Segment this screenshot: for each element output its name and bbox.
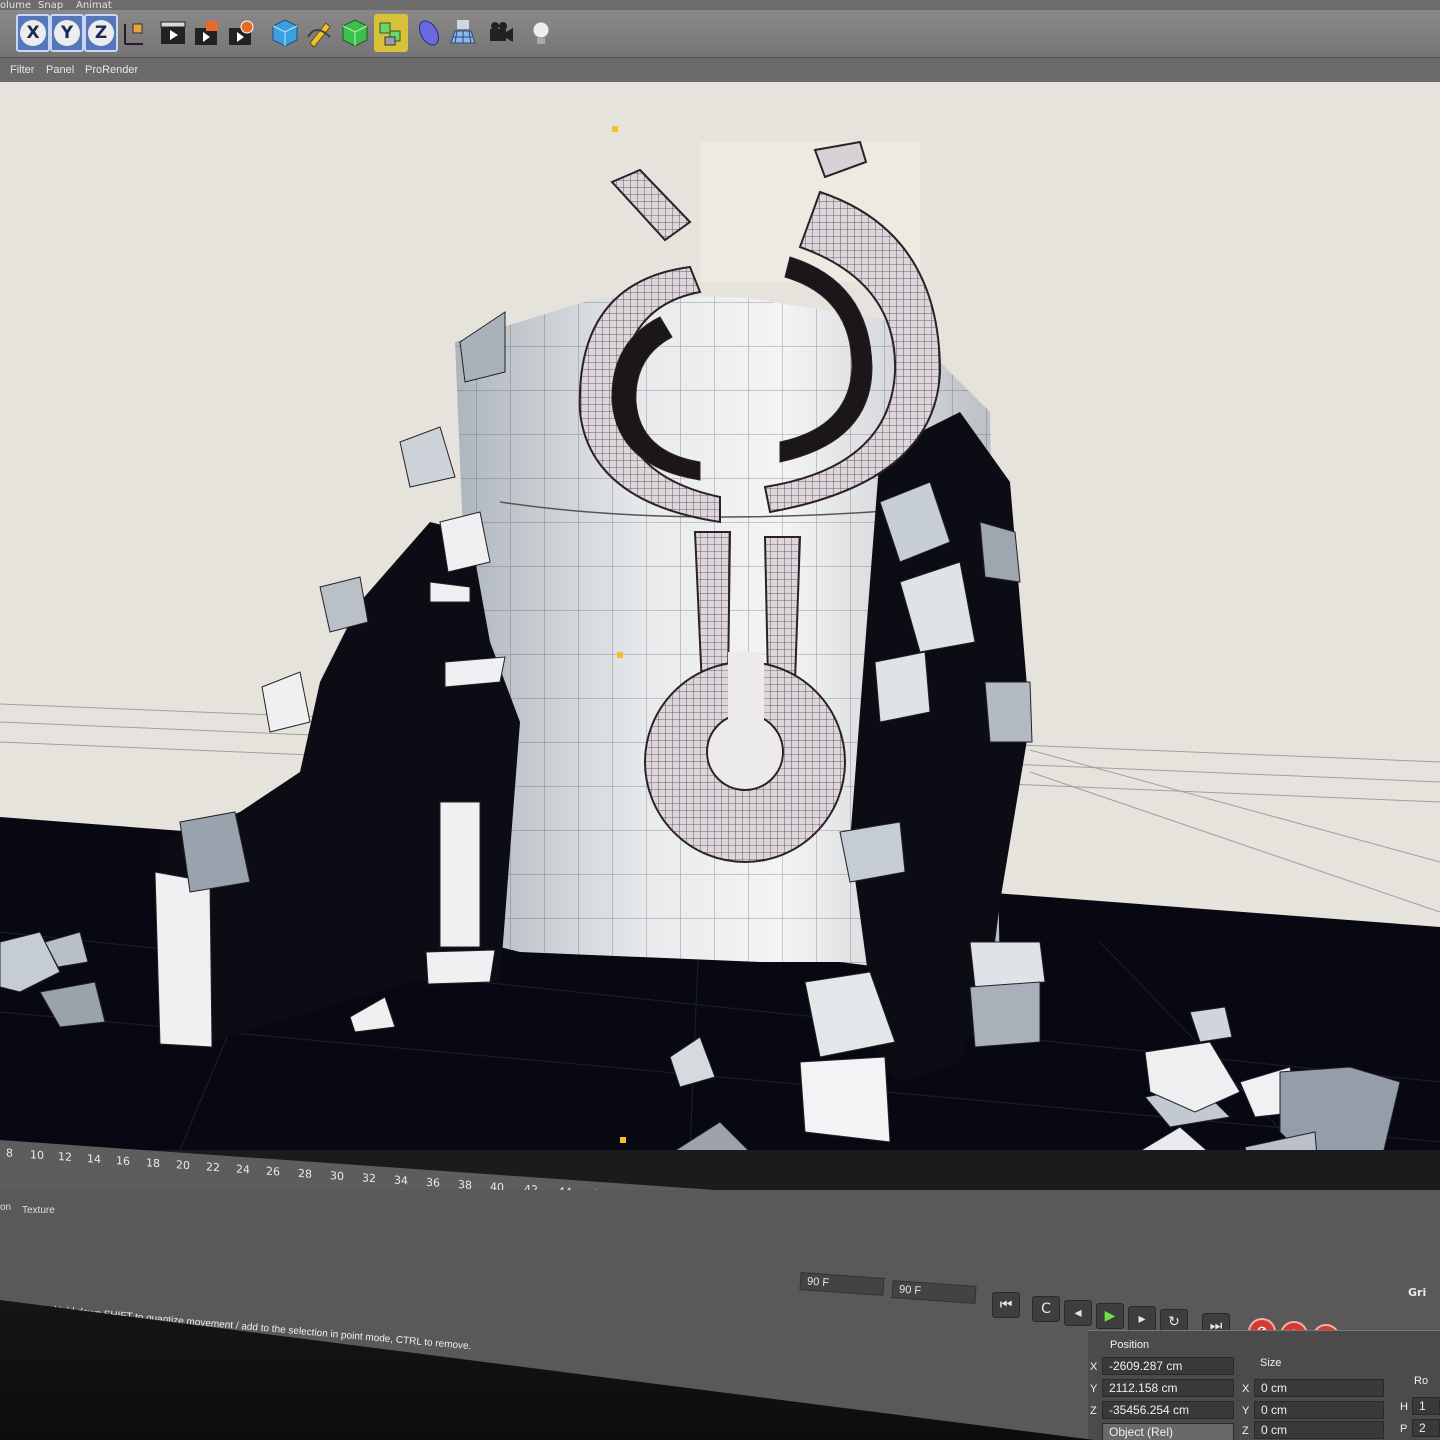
cube-primitive-button[interactable]: [268, 14, 302, 52]
tick-label: 34: [394, 1173, 408, 1188]
tab-texture[interactable]: Texture: [22, 1205, 55, 1216]
menu-prorender[interactable]: ProRender: [85, 64, 138, 76]
subdivision-icon: [342, 19, 368, 47]
pen-spline-button[interactable]: [302, 14, 336, 52]
main-toolbar: X Y Z: [0, 10, 1440, 58]
subdivision-button[interactable]: [338, 14, 372, 52]
pos-x-label: X: [1090, 1361, 1098, 1373]
render-view-icon: [160, 21, 186, 44]
render-active-icon: [195, 21, 218, 45]
tick-label: 12: [58, 1150, 72, 1165]
position-x-field[interactable]: -2609.287 cm: [1102, 1357, 1234, 1375]
render-active-button[interactable]: [190, 14, 224, 52]
z-axis-label: Z: [88, 20, 114, 46]
size-x-label: X: [1242, 1383, 1250, 1395]
menu-panel[interactable]: Panel: [46, 64, 74, 76]
pen-spline-icon: [307, 22, 331, 48]
deformer-button[interactable]: [412, 14, 446, 52]
tick-label: 26: [266, 1164, 280, 1179]
rot-p-label: P: [1400, 1423, 1408, 1435]
coordinate-system-button[interactable]: [116, 14, 150, 52]
tick-label: 36: [426, 1175, 440, 1190]
lock-z-axis-button[interactable]: Z: [84, 14, 118, 52]
lock-y-axis-button[interactable]: Y: [50, 14, 84, 52]
previous-key-button[interactable]: C: [1032, 1296, 1060, 1322]
rotation-h-field[interactable]: 1: [1412, 1397, 1440, 1415]
3d-viewport[interactable]: [0, 82, 1440, 1150]
emblem-right-stem: [763, 536, 802, 684]
position-z-field[interactable]: -35456.254 cm: [1102, 1401, 1234, 1419]
viewport-scene: [0, 82, 1440, 1150]
rot-h-label: H: [1400, 1401, 1408, 1413]
size-z-label: Z: [1242, 1425, 1249, 1437]
tick-label: 24: [236, 1162, 250, 1177]
render-settings-icon: [229, 20, 254, 45]
menu-filter[interactable]: Filter: [10, 64, 34, 76]
floor-scene-icon: [450, 20, 476, 44]
floor-scene-button[interactable]: [446, 14, 480, 52]
coordinate-system-icon: [124, 23, 143, 45]
coordinate-mode-select[interactable]: Object (Rel): [1102, 1423, 1234, 1440]
x-axis-label: X: [20, 20, 46, 46]
viewport-menubar: Filter Panel ProRender: [0, 58, 1440, 82]
camera-icon: [490, 22, 513, 42]
rotation-p-field[interactable]: 2: [1412, 1419, 1440, 1437]
previous-frame-button[interactable]: ◂: [1064, 1300, 1092, 1326]
size-y-field[interactable]: 0 cm: [1254, 1401, 1384, 1419]
pos-z-label: Z: [1090, 1405, 1097, 1417]
size-x-field[interactable]: 0 cm: [1254, 1379, 1384, 1397]
size-z-field[interactable]: 0 cm: [1254, 1421, 1384, 1439]
pos-y-label: Y: [1090, 1383, 1098, 1395]
array-icon: [379, 22, 401, 46]
deformer-icon: [419, 20, 439, 46]
tick-label: 18: [146, 1156, 160, 1171]
tick-label: 28: [298, 1166, 312, 1181]
play-button[interactable]: ▶: [1096, 1303, 1124, 1329]
axis-marker-center: [617, 652, 623, 658]
tick-label: 30: [330, 1169, 344, 1184]
tick-label: 32: [362, 1171, 376, 1186]
tick-label: 8: [6, 1146, 13, 1160]
size-y-label: Y: [1242, 1405, 1250, 1417]
tick-label: 14: [87, 1152, 101, 1167]
light-button[interactable]: [524, 14, 558, 52]
axis-marker-bottom: [620, 1137, 626, 1143]
position-header: Position: [1110, 1339, 1150, 1351]
coordinate-manager: Position Size Ro X -2609.287 cm Y 2112.1…: [1088, 1330, 1440, 1440]
go-to-start-button[interactable]: ⏮: [992, 1292, 1020, 1318]
tick-label: 22: [206, 1160, 220, 1175]
grid-label: Gri: [1408, 1286, 1427, 1299]
rotation-header: Ro: [1414, 1375, 1429, 1387]
cube-primitive-icon: [272, 19, 298, 47]
light-icon: [532, 21, 550, 44]
camera-button[interactable]: [484, 14, 518, 52]
render-settings-button[interactable]: [224, 14, 258, 52]
next-frame-button[interactable]: ▸: [1128, 1306, 1156, 1332]
y-axis-label: Y: [54, 20, 80, 46]
tick-label: 10: [30, 1148, 44, 1163]
size-header: Size: [1260, 1357, 1282, 1369]
tick-label: 16: [116, 1154, 130, 1169]
position-y-field[interactable]: 2112.158 cm: [1102, 1379, 1234, 1397]
tick-label: 20: [176, 1158, 190, 1173]
render-view-button[interactable]: [156, 14, 190, 52]
axis-marker-top: [612, 126, 618, 132]
tab-animation[interactable]: on: [0, 1202, 11, 1213]
lock-x-axis-button[interactable]: X: [16, 14, 50, 52]
array-button[interactable]: [374, 14, 408, 52]
